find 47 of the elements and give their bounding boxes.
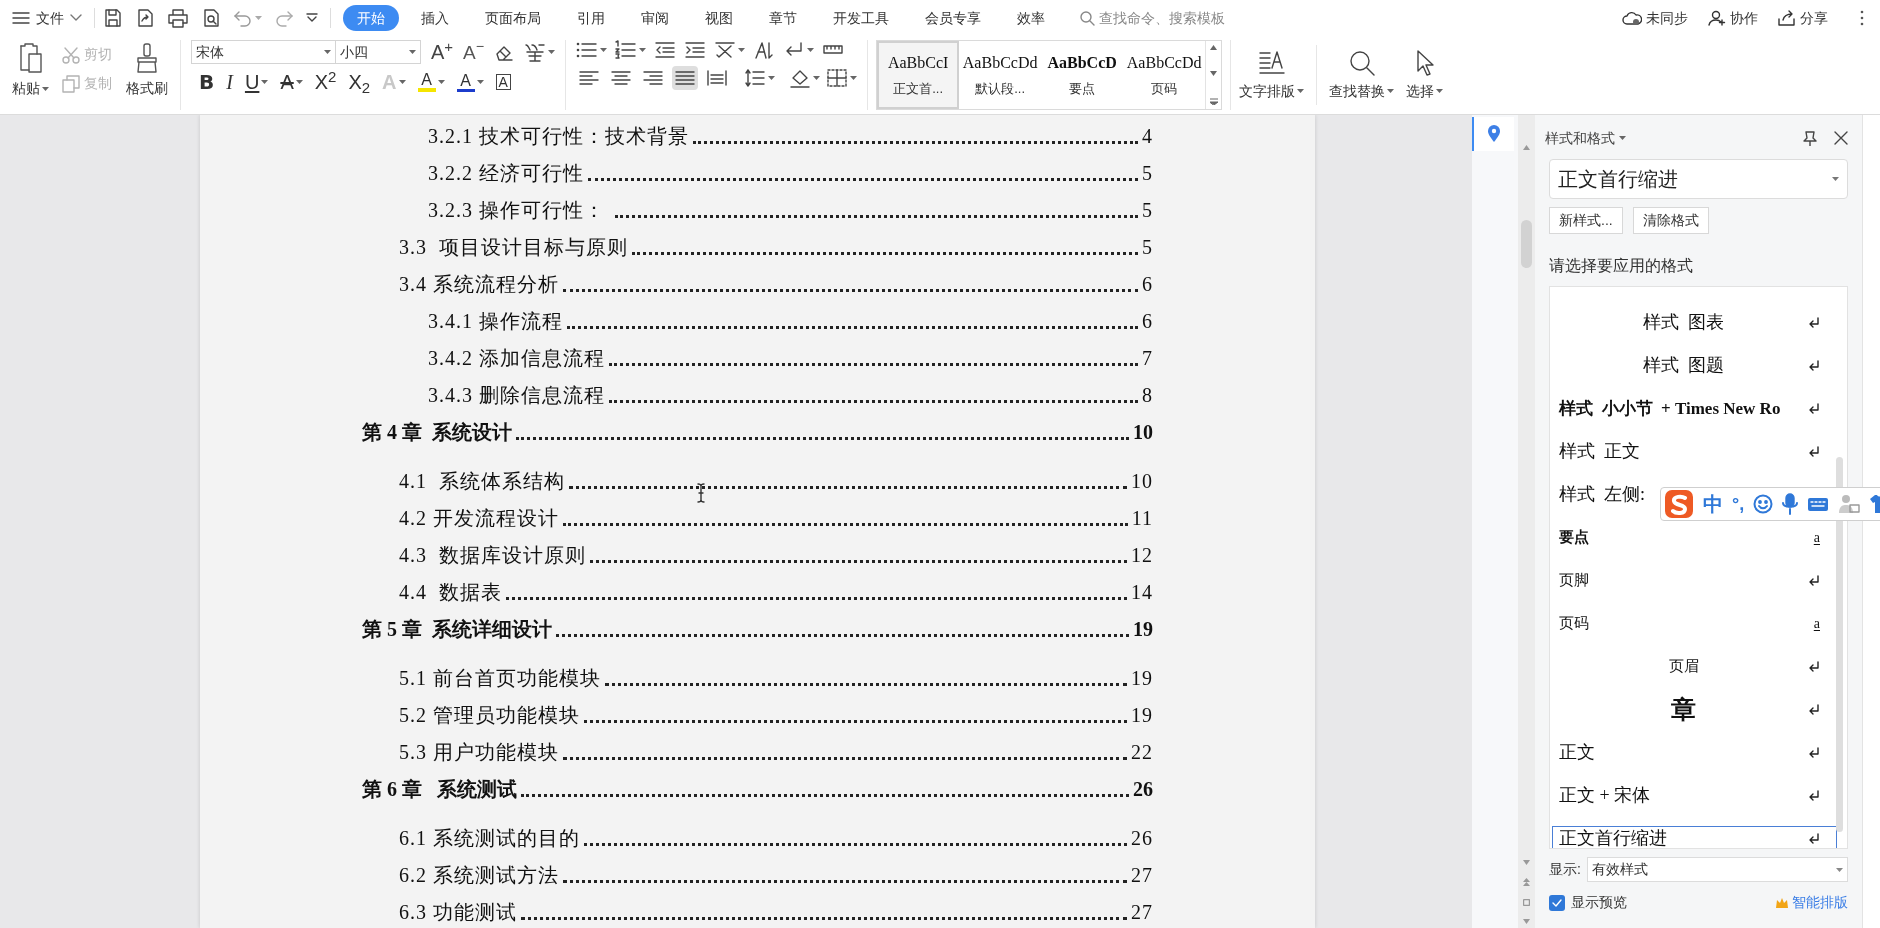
toc-entry: 3.4.1 操作流程 bbox=[428, 308, 563, 334]
page-number: 7 bbox=[1142, 345, 1153, 371]
toc-entry: 3.4.2 添加信息流程 bbox=[428, 345, 605, 371]
toc-entry: 4.3 数据库设计原则 bbox=[399, 542, 586, 568]
toc-entry: 6.3 功能测试 bbox=[399, 899, 517, 925]
page-number: 5 bbox=[1142, 234, 1153, 260]
page-number: 11 bbox=[1131, 505, 1153, 531]
toc-entry: 3.2.1 技术可行性：技术背景 bbox=[428, 123, 689, 149]
toc-entry: 3.2.3 操作可行性： bbox=[428, 197, 606, 223]
toc-entry: 4.2 开发流程设计 bbox=[399, 505, 559, 531]
page-number: 14 bbox=[1131, 579, 1153, 605]
show-label: 显示: bbox=[1549, 860, 1581, 879]
toc-entry: 第 5 章 系统详细设计 bbox=[362, 616, 552, 642]
page-number: 22 bbox=[1131, 739, 1153, 765]
page-number: 5 bbox=[1142, 197, 1153, 223]
character-style-mark: a bbox=[1813, 615, 1820, 633]
page-number: 12 bbox=[1131, 542, 1153, 568]
toc-entry: 5.3 用户功能模块 bbox=[399, 739, 559, 765]
character-style-mark: a bbox=[1813, 529, 1820, 547]
page-number: 19 bbox=[1133, 616, 1153, 642]
toc-entry: 3.3 项目设计目标与原则 bbox=[399, 234, 628, 260]
page-number: 27 bbox=[1131, 899, 1153, 925]
page-number: 5 bbox=[1142, 160, 1153, 186]
checkbox-label: 显示预览 bbox=[1571, 893, 1627, 912]
list-label: 请选择要应用的格式 bbox=[1549, 256, 1694, 276]
page-number: 26 bbox=[1133, 776, 1153, 802]
page-number: 10 bbox=[1131, 468, 1153, 494]
page-number: 19 bbox=[1131, 665, 1153, 691]
toc-entry: 5.1 前台首页功能模块 bbox=[399, 665, 601, 691]
page-number: 8 bbox=[1142, 382, 1153, 408]
toc-entry: 第 4 章 系统设计 bbox=[362, 419, 512, 445]
toc-entry: 3.4 系统流程分析 bbox=[399, 271, 559, 297]
page-number: 27 bbox=[1131, 862, 1153, 888]
toc-entry: 4.4 数据表 bbox=[399, 579, 502, 605]
page-number: 10 bbox=[1133, 419, 1153, 445]
page-number: 26 bbox=[1131, 825, 1153, 851]
toc-entry: 3.2.2 经济可行性 bbox=[428, 160, 584, 186]
toc-entry: 4.1 系统体系结构 bbox=[399, 468, 565, 494]
toc-entry: 6.2 系统测试方法 bbox=[399, 862, 559, 888]
toc-entry: 5.2 管理员功能模块 bbox=[399, 702, 580, 728]
toc-entry: 第 6 章 系统测试 bbox=[362, 776, 517, 802]
page-number: 6 bbox=[1142, 271, 1153, 297]
page-number: 6 bbox=[1142, 308, 1153, 334]
toc-entry: 3.4.3 删除信息流程 bbox=[428, 382, 605, 408]
page-number: 19 bbox=[1131, 702, 1153, 728]
page-number: 4 bbox=[1142, 123, 1153, 149]
toc-entry: 6.1 系统测试的目的 bbox=[399, 825, 580, 851]
